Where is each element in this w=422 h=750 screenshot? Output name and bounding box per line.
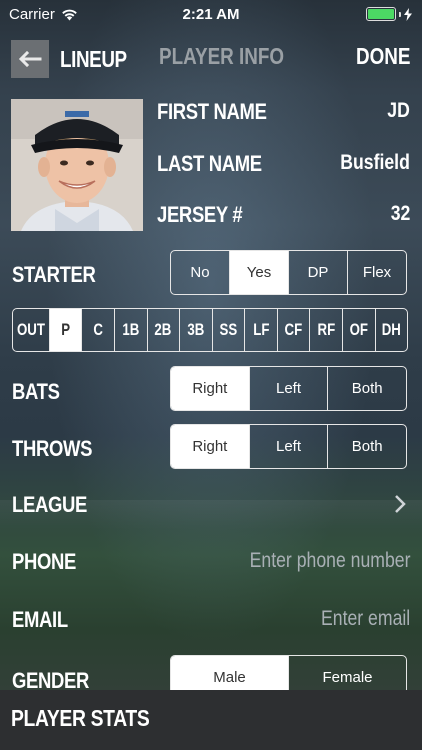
charging-bolt-icon — [404, 7, 412, 21]
navigation-bar: LINEUP PLAYER INFO DONE — [0, 30, 422, 88]
bats-option-right[interactable]: Right — [171, 367, 249, 410]
position-option-ss[interactable]: SS — [211, 309, 245, 351]
chevron-right-icon[interactable] — [394, 494, 406, 514]
throws-label: THROWS — [12, 436, 93, 461]
jersey-label: JERSEY # — [157, 202, 243, 227]
first-name-row[interactable]: FIRST NAME JD — [157, 99, 410, 129]
bats-segmented-control: Right Left Both — [170, 366, 407, 411]
bats-option-left[interactable]: Left — [248, 367, 328, 410]
starter-segmented-control: No Yes DP Flex — [170, 250, 407, 295]
player-photo[interactable] — [11, 99, 143, 231]
back-button[interactable] — [11, 40, 49, 78]
email-label: EMAIL — [12, 607, 68, 632]
phone-input[interactable]: Enter phone number — [249, 549, 410, 573]
player-stats-label: PLAYER STATS — [11, 705, 150, 731]
back-label-lineup[interactable]: LINEUP — [60, 46, 127, 73]
jersey-value[interactable]: 32 — [390, 202, 410, 226]
last-name-row[interactable]: LAST NAME Busfield — [157, 151, 410, 181]
position-option-p[interactable]: P — [48, 309, 82, 351]
position-option-dh[interactable]: DH — [374, 309, 407, 351]
jersey-row[interactable]: JERSEY # 32 — [157, 202, 410, 232]
position-option-of[interactable]: OF — [341, 309, 375, 351]
done-button[interactable]: DONE — [356, 43, 410, 70]
throws-option-left[interactable]: Left — [248, 425, 328, 468]
league-label[interactable]: LEAGUE — [12, 492, 87, 518]
throws-segmented-control: Right Left Both — [170, 424, 407, 469]
bats-label: BATS — [12, 379, 60, 404]
starter-option-dp[interactable]: DP — [288, 251, 347, 294]
first-name-label: FIRST NAME — [157, 99, 267, 124]
position-option-2b[interactable]: 2B — [146, 309, 180, 351]
position-option-cf[interactable]: CF — [276, 309, 310, 351]
last-name-value[interactable]: Busfield — [340, 151, 410, 175]
position-option-c[interactable]: C — [81, 309, 114, 351]
battery-icon — [366, 7, 396, 21]
starter-option-no[interactable]: No — [171, 251, 229, 294]
player-avatar-image — [11, 99, 143, 231]
position-option-lf[interactable]: LF — [244, 309, 277, 351]
starter-option-flex[interactable]: Flex — [347, 251, 406, 294]
position-option-rf[interactable]: RF — [309, 309, 342, 351]
clock: 2:21 AM — [182, 6, 240, 23]
bats-option-both[interactable]: Both — [327, 367, 406, 410]
position-option-out[interactable]: OUT — [13, 309, 49, 351]
arrow-left-icon — [18, 51, 42, 67]
last-name-label: LAST NAME — [157, 151, 262, 176]
player-stats-bar[interactable]: PLAYER STATS — [0, 690, 422, 750]
position-option-3b[interactable]: 3B — [179, 309, 212, 351]
page-title: PLAYER INFO — [159, 43, 285, 69]
status-bar: Carrier 2:21 AM — [0, 0, 422, 30]
throws-option-both[interactable]: Both — [327, 425, 406, 468]
starter-option-yes[interactable]: Yes — [229, 251, 288, 294]
first-name-value[interactable]: JD — [387, 99, 410, 123]
position-option-1b[interactable]: 1B — [114, 309, 147, 351]
phone-label: PHONE — [12, 549, 77, 574]
position-segmented-control: OUT P C 1B 2B 3B SS LF CF RF OF DH — [12, 308, 408, 352]
battery-indicator — [366, 7, 412, 21]
throws-option-right[interactable]: Right — [171, 425, 249, 468]
email-input[interactable]: Enter email — [321, 607, 410, 631]
starter-label: STARTER — [12, 262, 96, 287]
